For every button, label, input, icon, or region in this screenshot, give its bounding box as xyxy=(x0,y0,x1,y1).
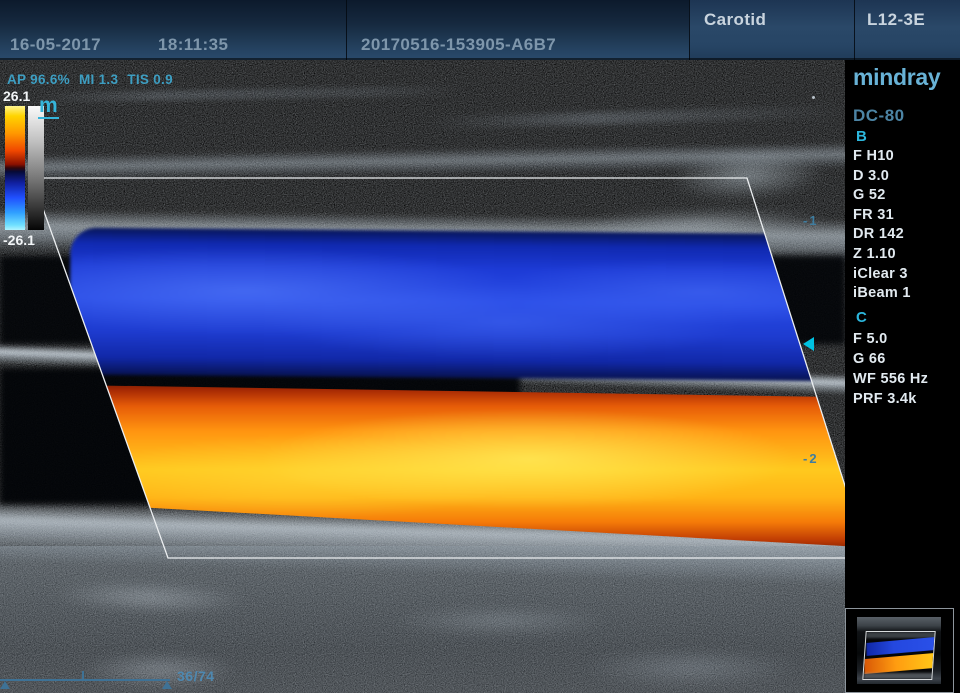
param-value: DR 142 xyxy=(853,225,911,245)
mindray-logo: mindray xyxy=(853,64,940,91)
param-value: G 66 xyxy=(853,349,928,369)
top-status-bar: 16-05-2017 18:11:35 20170516-153905-A6B7… xyxy=(0,0,960,60)
b-mode-label: B xyxy=(856,128,867,145)
color-mode-label: C xyxy=(856,309,867,326)
depth-mark-2: -2 xyxy=(803,451,819,466)
acoustic-output-status: AP 96.6% MI 1.3 TIS 0.9 xyxy=(7,72,182,87)
focus-marker-icon[interactable] xyxy=(803,337,814,351)
exam-time: 18:11:35 xyxy=(158,35,228,55)
probe-button[interactable]: L12-3E xyxy=(854,0,960,60)
param-value: F 5.0 xyxy=(853,329,928,349)
roi-box[interactable] xyxy=(0,60,845,693)
cine-position-marker-icon[interactable] xyxy=(162,681,172,689)
exam-id-cell: 20170516-153905-A6B7 xyxy=(346,0,689,60)
exam-date: 16-05-2017 xyxy=(10,35,101,55)
param-value: WF 556 Hz xyxy=(853,369,928,389)
param-value: D 3.0 xyxy=(853,167,911,187)
probe-label: L12-3E xyxy=(867,10,925,30)
cine-frame-counter: 36/74 xyxy=(177,668,215,684)
acoustic-power-value: AP 96.6% xyxy=(7,72,70,87)
thumbnail-orange-flow xyxy=(864,653,934,674)
tis-value: TIS 0.9 xyxy=(127,72,173,87)
param-value: G 52 xyxy=(853,186,911,206)
system-model: DC-80 xyxy=(853,106,905,126)
exam-id: 20170516-153905-A6B7 xyxy=(361,35,556,55)
thumbnail-image xyxy=(857,617,941,684)
ultrasound-system-screen: { "header": { "date": "16-05-2017", "tim… xyxy=(0,0,960,693)
param-value: F H10 xyxy=(853,147,911,167)
datetime-cell: 16-05-2017 18:11:35 xyxy=(0,0,346,60)
thumbnail-roi-box xyxy=(862,631,935,680)
ultrasound-image-area[interactable]: -1 -2 xyxy=(0,60,845,693)
clip-thumbnail[interactable] xyxy=(845,608,954,693)
preset-label: Carotid xyxy=(704,10,766,30)
param-value: Z 1.10 xyxy=(853,245,911,265)
velocity-scale-min: -26.1 xyxy=(3,232,53,248)
grayscale-bar xyxy=(28,106,44,230)
param-value: iBeam 1 xyxy=(853,284,911,304)
color-doppler-scale-bar xyxy=(5,106,25,230)
mi-value: MI 1.3 xyxy=(79,72,118,87)
preset-button[interactable]: Carotid xyxy=(689,0,854,60)
depth-mark-1: -1 xyxy=(803,213,819,228)
cine-mid-tick xyxy=(82,671,84,680)
thumbnail-tissue xyxy=(863,673,933,679)
color-mode-params-list: F 5.0G 66WF 556 HzPRF 3.4k xyxy=(853,329,928,409)
depth-tick-dot xyxy=(812,96,815,99)
param-value: iClear 3 xyxy=(853,265,911,285)
probe-orientation-marker: m xyxy=(38,96,59,119)
parameter-sidebar: mindray DC-80 B F H10D 3.0G 52FR 31DR 14… xyxy=(845,60,960,693)
param-value: FR 31 xyxy=(853,206,911,226)
cine-start-marker-icon[interactable] xyxy=(0,681,10,689)
param-value: PRF 3.4k xyxy=(853,389,928,409)
b-mode-params-list: F H10D 3.0G 52FR 31DR 142Z 1.10iClear 3i… xyxy=(853,147,911,304)
cine-progress-bar[interactable] xyxy=(0,679,170,681)
